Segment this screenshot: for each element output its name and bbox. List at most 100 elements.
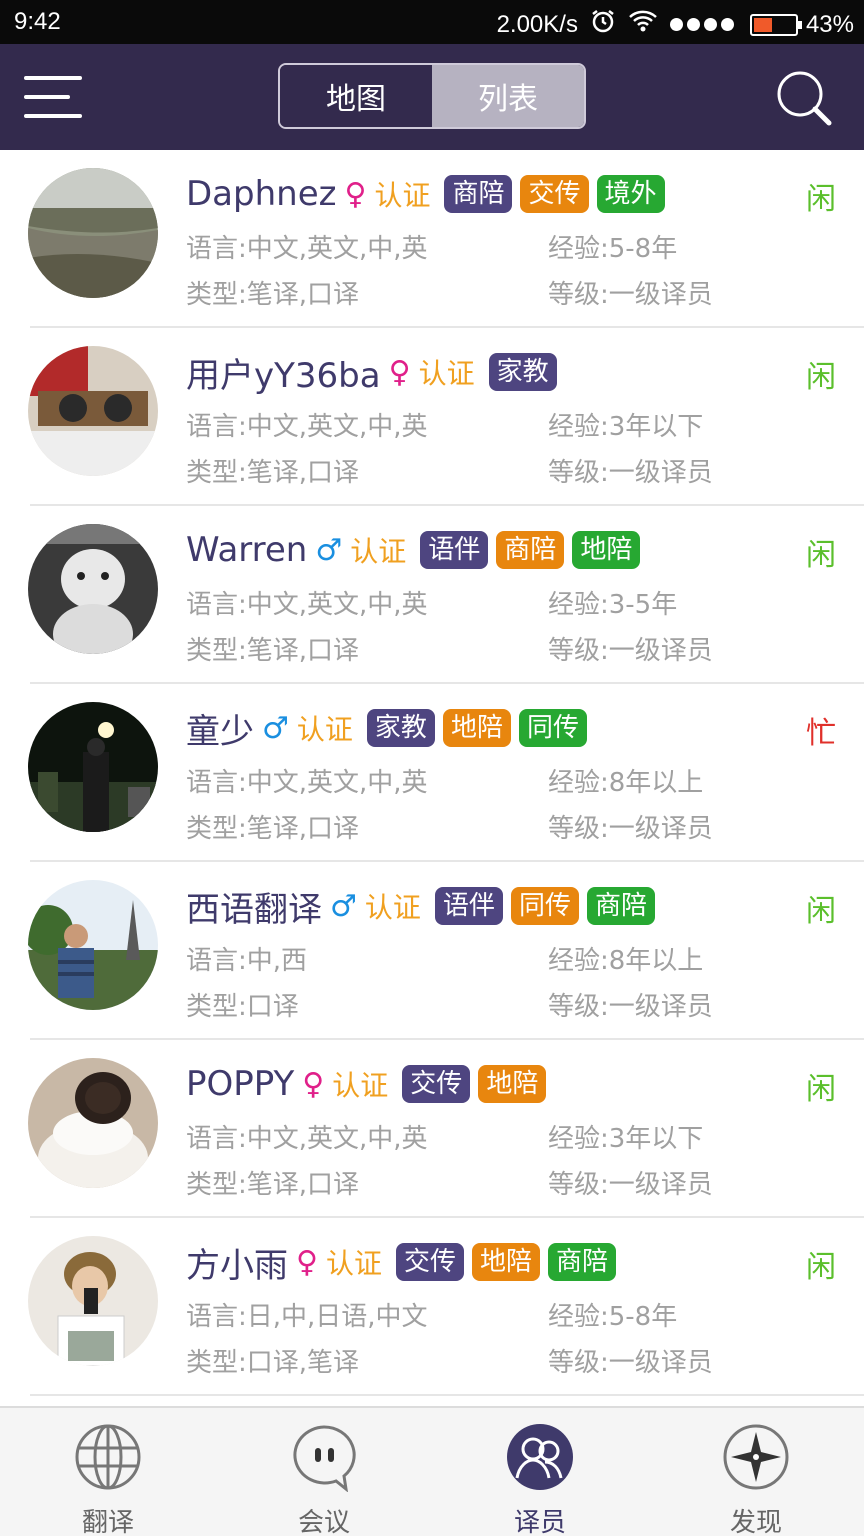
type-info: 类型:口译 [186, 992, 299, 1022]
level-info: 等级:一级译员 [548, 458, 713, 488]
service-tag: 交传 [396, 1243, 465, 1281]
battery-percent: 43% [805, 10, 854, 38]
list-item[interactable]: 西语翻译 ♂ 认证 语伴 同传 商陪 闲 语言:中,西 经验:8年以上 类型:口… [0, 862, 864, 1040]
experience-info: 经验:8年以上 [548, 946, 704, 976]
language-info: 语言:中文,英文,中,英 [186, 590, 428, 620]
type-info: 类型:口译,笔译 [186, 1348, 360, 1378]
avatar [28, 1058, 158, 1188]
female-icon: ♀ [296, 1244, 318, 1280]
experience-info: 经验:8年以上 [548, 768, 704, 798]
service-tag: 商陪 [586, 887, 655, 925]
app-header: 地图 列表 [0, 44, 864, 150]
type-info: 类型:笔译,口译 [186, 280, 360, 310]
avatar [28, 880, 158, 1010]
avatar [28, 168, 158, 298]
status-badge: 闲 [806, 182, 836, 217]
signal-icon [669, 18, 738, 31]
nav-label: 翻译 [81, 1508, 134, 1536]
translator-name: 用户yY36ba [186, 355, 381, 396]
type-info: 类型:笔译,口译 [186, 458, 360, 488]
list-item[interactable]: Warren ♂ 认证 语伴 商陪 地陪 闲 语言:中文,英文,中,英 经验:3… [0, 506, 864, 684]
service-tag: 同传 [518, 709, 587, 747]
type-info: 类型:笔译,口译 [186, 814, 360, 844]
experience-info: 经验:3年以下 [548, 412, 704, 442]
verified-label: 认证 [332, 1069, 389, 1102]
experience-info: 经验:5-8年 [548, 1302, 678, 1332]
service-tag: 交传 [402, 1065, 471, 1103]
network-speed: 2.00K/s [496, 10, 578, 38]
translator-name: Daphnez [186, 174, 337, 214]
service-tag: 地陪 [442, 709, 511, 747]
type-info: 类型:笔译,口译 [186, 636, 360, 666]
level-info: 等级:一级译员 [548, 1348, 713, 1378]
tab-map[interactable]: 地图 [280, 65, 432, 127]
list-item[interactable]: POPPY ♀ 认证 交传 地陪 闲 语言:中文,英文,中,英 经验:3年以下 … [0, 1040, 864, 1218]
language-info: 语言:中,西 [186, 946, 308, 976]
language-info: 语言:中文,英文,中,英 [186, 768, 428, 798]
bottom-nav: 翻译 会议 译员 发现 [0, 1406, 864, 1536]
experience-info: 经验:3年以下 [548, 1124, 704, 1154]
language-info: 语言:中文,英文,中,英 [186, 1124, 428, 1154]
experience-info: 经验:5-8年 [548, 234, 678, 264]
chat-bubble-icon [289, 1422, 359, 1496]
avatar [28, 524, 158, 654]
tab-list[interactable]: 列表 [432, 65, 584, 127]
female-icon: ♀ [302, 1066, 325, 1102]
translator-name: 童少 [186, 711, 254, 752]
level-info: 等级:一级译员 [548, 1170, 713, 1200]
divider [30, 1394, 864, 1396]
experience-info: 经验:3-5年 [548, 590, 678, 620]
translator-name: 方小雨 [186, 1245, 288, 1286]
service-tag: 家教 [366, 709, 435, 747]
translator-name: POPPY [186, 1064, 295, 1104]
avatar [28, 1236, 158, 1366]
status-bar: 9:42 2.00K/s 43% [0, 0, 864, 44]
service-tag: 地陪 [572, 531, 641, 569]
service-tag: 商陪 [548, 1243, 617, 1281]
wifi-icon [628, 9, 658, 40]
level-info: 等级:一级译员 [548, 280, 713, 310]
list-item[interactable]: Daphnez ♀ 认证 商陪 交传 境外 闲 语言:中文,英文,中,英 经验:… [0, 150, 864, 328]
status-badge: 忙 [806, 716, 836, 751]
nav-meeting[interactable]: 会议 [216, 1408, 432, 1536]
list-item[interactable]: 方小雨 ♀ 认证 交传 地陪 商陪 闲 语言:日,中,日语,中文 经验:5-8年… [0, 1218, 864, 1396]
verified-label: 认证 [374, 179, 431, 212]
type-info: 类型:笔译,口译 [186, 1170, 360, 1200]
verified-label: 认证 [296, 713, 353, 746]
female-icon: ♀ [388, 354, 411, 390]
nav-translate[interactable]: 翻译 [0, 1408, 216, 1536]
service-tag: 地陪 [472, 1243, 541, 1281]
nav-translators[interactable]: 译员 [432, 1408, 648, 1536]
service-tag: 同传 [510, 887, 579, 925]
translator-name: 西语翻译 [186, 889, 322, 930]
status-time: 9:42 [14, 8, 61, 35]
compass-icon [721, 1422, 791, 1496]
service-tag: 语伴 [434, 887, 503, 925]
language-info: 语言:中文,英文,中,英 [186, 412, 428, 442]
menu-icon[interactable] [24, 72, 82, 122]
language-info: 语言:中文,英文,中,英 [186, 234, 428, 264]
list-item[interactable]: 用户yY36ba ♀ 认证 家教 闲 语言:中文,英文,中,英 经验:3年以下 … [0, 328, 864, 506]
level-info: 等级:一级译员 [548, 814, 713, 844]
male-icon: ♂ [262, 710, 289, 746]
verified-label: 认证 [325, 1247, 382, 1280]
translator-list: Daphnez ♀ 认证 商陪 交传 境外 闲 语言:中文,英文,中,英 经验:… [0, 150, 864, 1406]
status-badge: 闲 [806, 1072, 836, 1107]
search-icon[interactable] [774, 68, 834, 128]
list-item[interactable]: 童少 ♂ 认证 家教 地陪 同传 忙 语言:中文,英文,中,英 经验:8年以上 … [0, 684, 864, 862]
service-tag: 商陪 [444, 175, 513, 213]
service-tag: 交传 [520, 175, 589, 213]
avatar [28, 346, 158, 476]
language-info: 语言:日,中,日语,中文 [186, 1302, 428, 1332]
status-badge: 闲 [806, 1250, 836, 1285]
level-info: 等级:一级译员 [548, 992, 713, 1022]
nav-discover[interactable]: 发现 [648, 1408, 864, 1536]
translators-icon [505, 1422, 575, 1496]
globe-icon [73, 1422, 143, 1496]
verified-label: 认证 [350, 535, 407, 568]
avatar [28, 702, 158, 832]
verified-label: 认证 [364, 891, 421, 924]
male-icon: ♂ [315, 532, 343, 568]
service-tag: 语伴 [420, 531, 489, 569]
nav-label: 译员 [513, 1508, 566, 1536]
